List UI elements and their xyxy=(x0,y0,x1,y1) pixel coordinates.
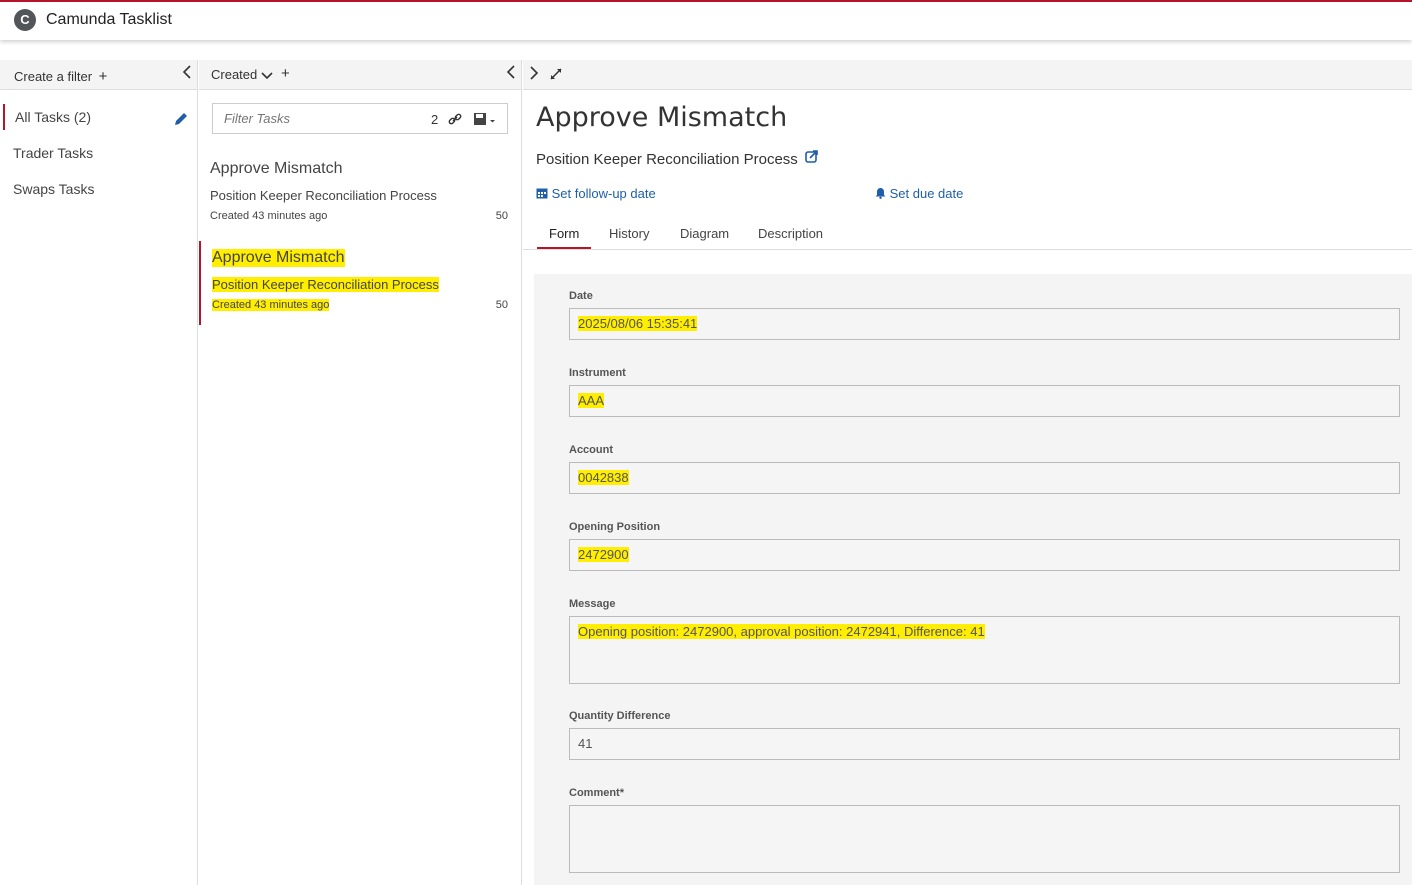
tab-form[interactable]: Form xyxy=(549,226,579,241)
active-tab-indicator xyxy=(537,247,591,249)
date-value: 2025/08/06 15:35:41 xyxy=(578,316,698,331)
task-name: Approve Mismatch xyxy=(212,249,345,267)
task-process: Position Keeper Reconciliation Process xyxy=(210,188,437,203)
process-link[interactable]: Position Keeper Reconciliation Process xyxy=(536,150,818,168)
instrument-label: Instrument xyxy=(569,367,626,379)
task-card[interactable]: Approve Mismatch Position Keeper Reconci… xyxy=(199,152,521,236)
task-form: Date 2025/08/06 15:35:41 Instrument AAA … xyxy=(534,274,1412,885)
edit-pencil-icon[interactable] xyxy=(173,109,189,125)
set-due-date-button[interactable]: Set due date xyxy=(875,186,963,201)
calendar-icon xyxy=(536,188,548,199)
task-card-selected[interactable]: Approve Mismatch Position Keeper Reconci… xyxy=(199,241,521,325)
camunda-logo-icon: C xyxy=(14,9,36,31)
expand-chevron-right-icon[interactable] xyxy=(529,66,539,85)
task-list-header: Created + xyxy=(199,60,521,90)
filter-tasks-search: 2 xyxy=(212,103,508,134)
chevron-down-icon xyxy=(261,71,273,79)
account-label: Account xyxy=(569,444,613,456)
follow-up-label: Set follow-up date xyxy=(551,186,656,201)
date-label: Date xyxy=(569,290,593,302)
detail-header xyxy=(523,60,1412,90)
filters-header: Create a filter + xyxy=(0,60,197,90)
message-field[interactable]: Opening position: 2472900, approval posi… xyxy=(569,616,1400,684)
opening-position-field[interactable]: 2472900 xyxy=(569,539,1400,571)
opening-position-label: Opening Position xyxy=(569,521,661,533)
filter-tasks-input[interactable] xyxy=(222,110,426,127)
quantity-difference-value: 41 xyxy=(578,736,593,751)
comment-label: Comment* xyxy=(569,787,625,799)
account-value: 0042838 xyxy=(578,470,629,485)
instrument-value: AAA xyxy=(578,393,605,408)
link-icon[interactable] xyxy=(448,112,462,131)
fullscreen-icon[interactable] xyxy=(549,67,563,86)
filters-panel: Create a filter + All Tasks (2) Trader T… xyxy=(0,60,198,885)
quantity-difference-label: Quantity Difference xyxy=(569,710,671,722)
collapse-filters-chevron-left-icon[interactable] xyxy=(182,65,192,84)
filter-item-label: All Tasks (2) xyxy=(15,109,91,125)
external-link-icon[interactable] xyxy=(805,150,818,163)
task-created: Created 43 minutes ago xyxy=(210,210,328,222)
task-list-panel: Created + 2 Approve Mismatch Position Ke… xyxy=(199,60,522,885)
task-title: Approve Mismatch xyxy=(536,102,788,133)
detail-tabs: Form History Diagram Description xyxy=(523,218,1412,250)
message-label: Message xyxy=(569,598,616,610)
tab-description[interactable]: Description xyxy=(758,226,823,241)
quantity-difference-field[interactable]: 41 xyxy=(569,728,1400,760)
task-priority: 50 xyxy=(495,210,508,222)
task-process: Position Keeper Reconciliation Process xyxy=(212,277,439,292)
sort-created-dropdown[interactable]: Created xyxy=(211,67,273,82)
date-field[interactable]: 2025/08/06 15:35:41 xyxy=(569,308,1400,340)
app-title[interactable]: Camunda Tasklist xyxy=(46,11,172,29)
plus-icon: + xyxy=(98,68,108,85)
collapse-tasklist-chevron-left-icon[interactable] xyxy=(506,65,516,84)
create-filter-button[interactable]: Create a filter + xyxy=(14,68,107,85)
filter-item-all-tasks[interactable]: All Tasks (2) xyxy=(3,104,193,130)
filter-item-trader-tasks[interactable]: Trader Tasks xyxy=(3,140,193,166)
process-name: Position Keeper Reconciliation Process xyxy=(536,151,798,168)
task-name: Approve Mismatch xyxy=(210,160,343,177)
add-sort-button[interactable]: + xyxy=(281,65,290,82)
tab-diagram[interactable]: Diagram xyxy=(680,226,729,241)
opening-position-value: 2472900 xyxy=(578,547,629,562)
tab-history[interactable]: History xyxy=(609,226,649,241)
bell-icon xyxy=(875,188,886,199)
comment-textarea[interactable] xyxy=(569,805,1400,873)
set-follow-up-date-button[interactable]: Set follow-up date xyxy=(536,186,656,201)
account-field[interactable]: 0042838 xyxy=(569,462,1400,494)
message-value: Opening position: 2472900, approval posi… xyxy=(578,624,985,639)
save-dropdown-icon[interactable] xyxy=(473,112,497,131)
app-header: C Camunda Tasklist xyxy=(0,0,1412,40)
task-priority: 50 xyxy=(495,299,508,311)
due-date-label: Set due date xyxy=(889,186,964,201)
search-count: 2 xyxy=(431,112,439,127)
task-detail-panel: Approve Mismatch Position Keeper Reconci… xyxy=(523,60,1412,885)
filter-item-swaps-tasks[interactable]: Swaps Tasks xyxy=(3,176,193,202)
sort-label: Created xyxy=(211,67,258,82)
task-created: Created 43 minutes ago xyxy=(212,299,330,311)
create-filter-label: Create a filter xyxy=(14,69,93,84)
instrument-field[interactable]: AAA xyxy=(569,385,1400,417)
